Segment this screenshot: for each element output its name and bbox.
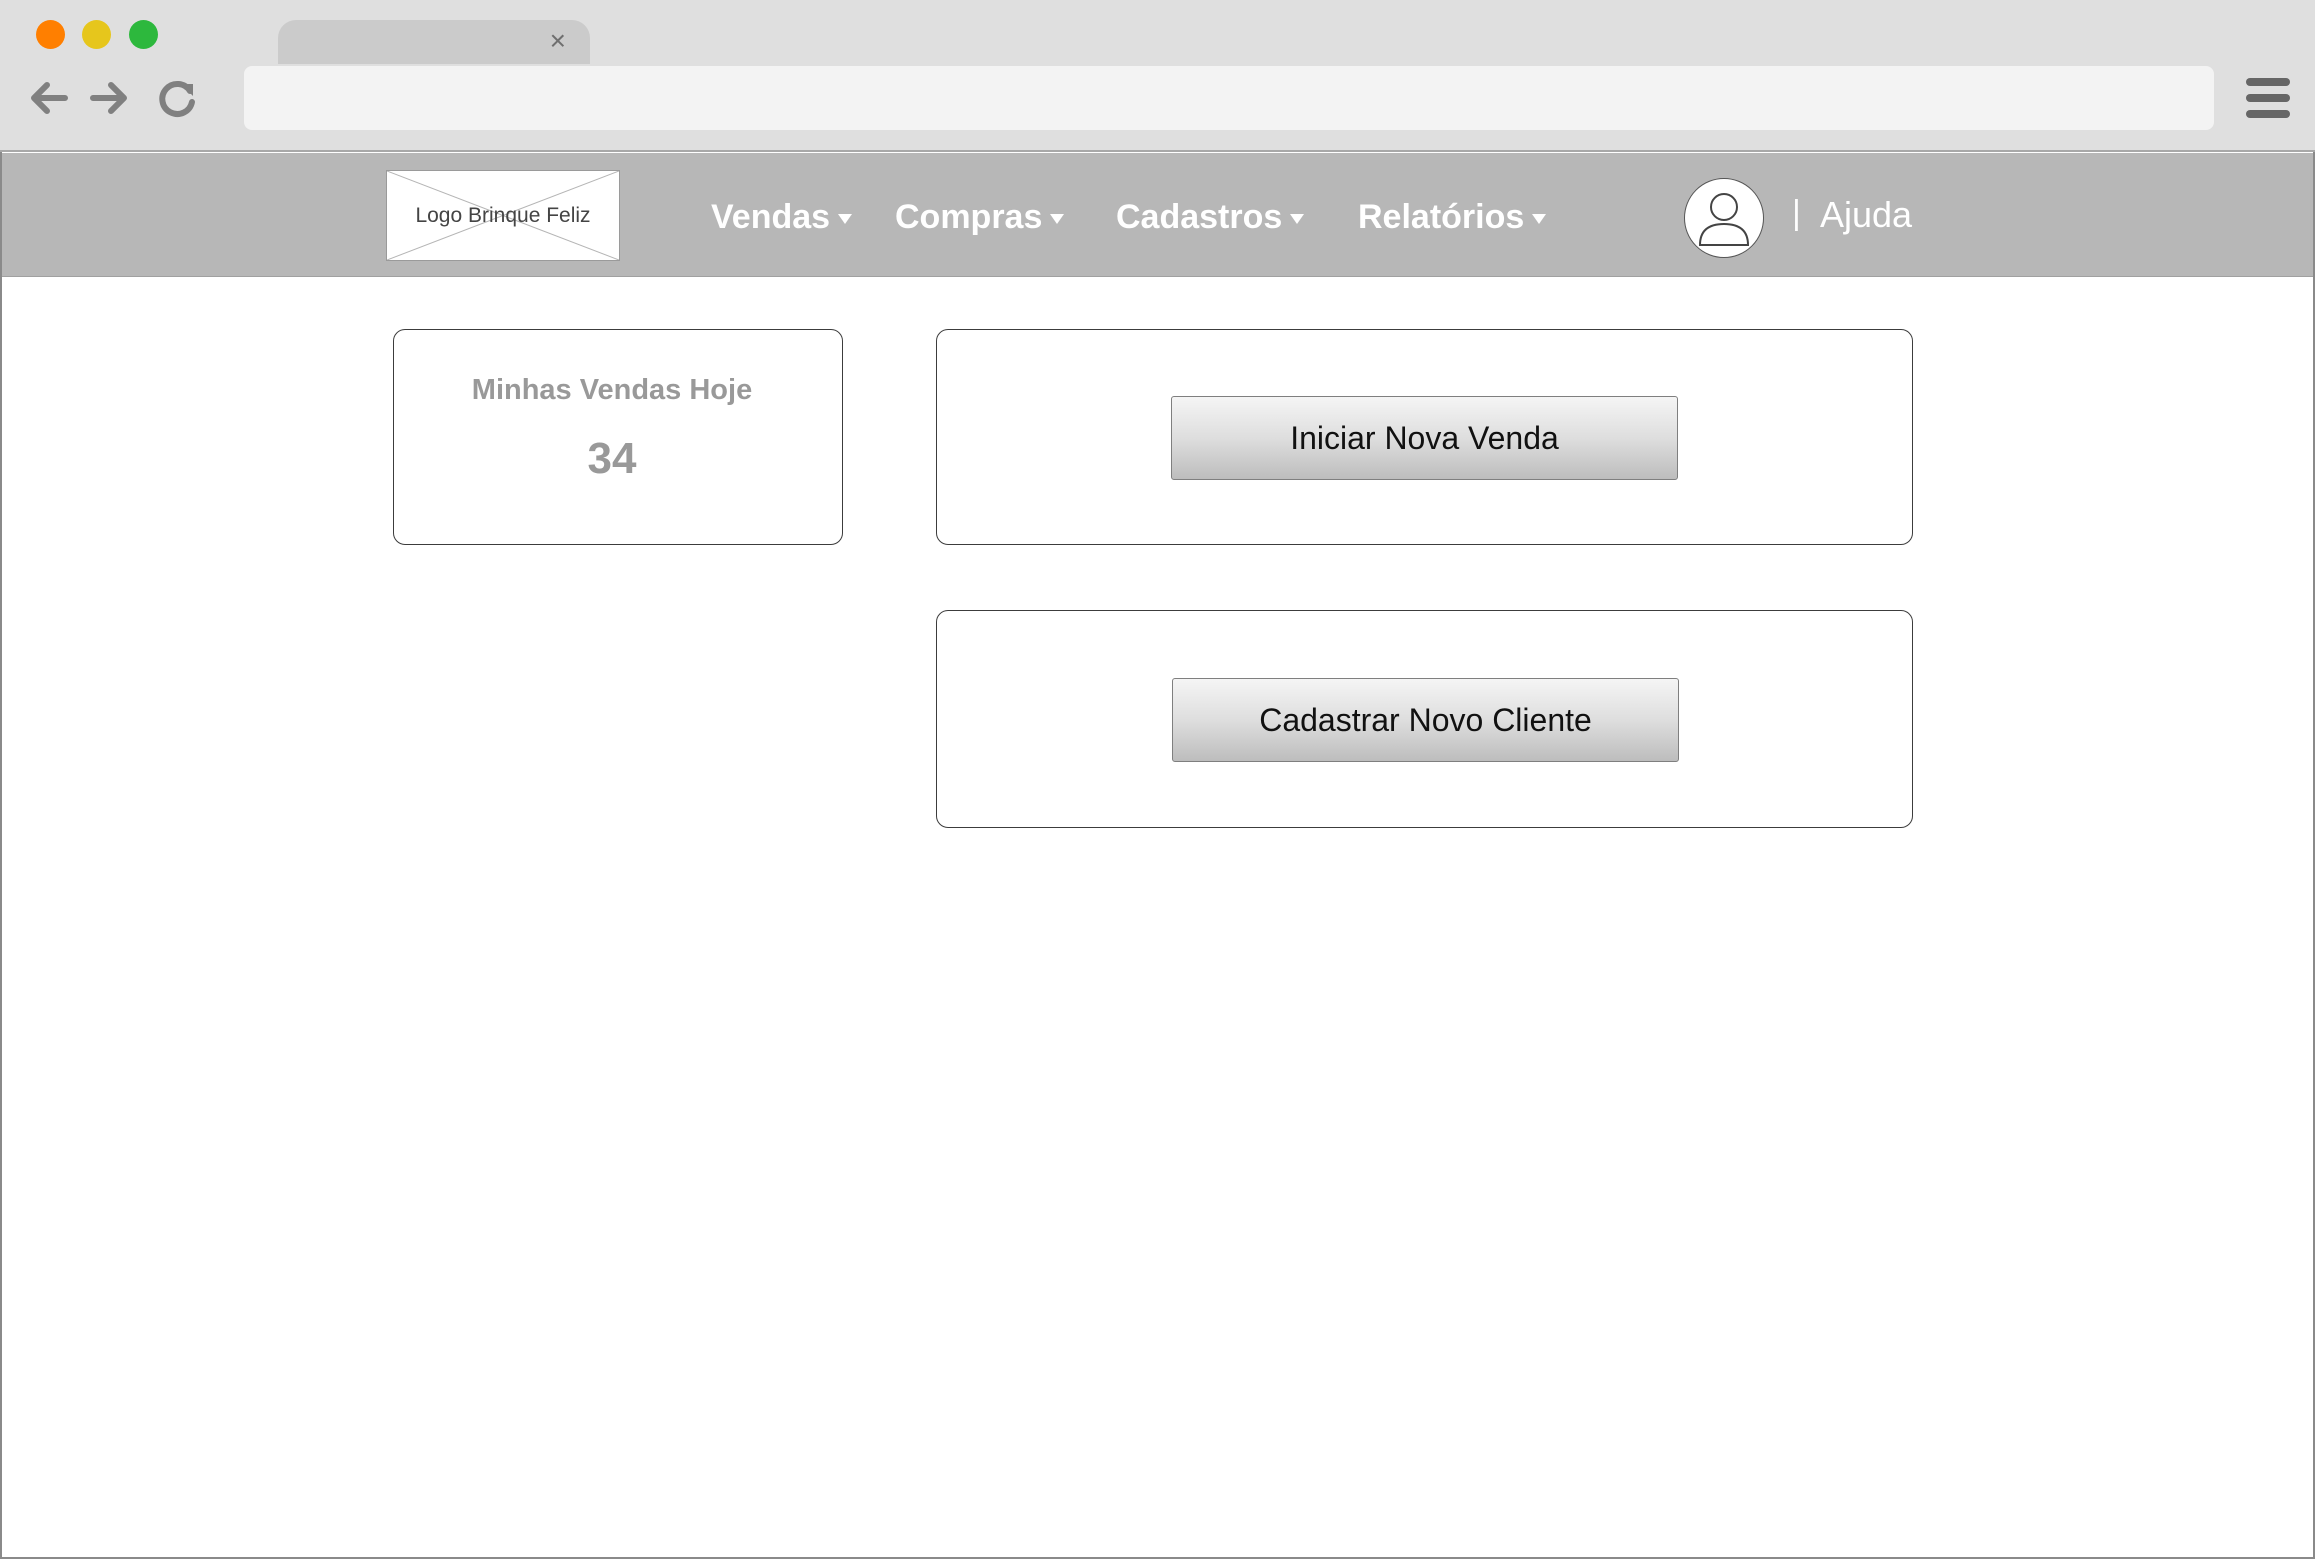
menu-vendas-label: Vendas [711, 197, 831, 236]
logo-text: Logo Brinque Feliz [415, 204, 591, 227]
back-arrow-icon[interactable] [27, 76, 71, 120]
menu-compras[interactable]: Compras [895, 192, 1065, 242]
reload-icon[interactable] [155, 76, 199, 120]
sales-today-card: Minhas Vendas Hoje 34 [393, 329, 843, 545]
caret-down-icon [1532, 214, 1547, 224]
user-icon [1698, 193, 1750, 246]
browser-chrome: × [0, 0, 2315, 152]
window-maximize-dot[interactable] [129, 20, 158, 49]
sales-today-label: Minhas Vendas Hoje [471, 374, 753, 406]
sales-today-value: 34 [587, 434, 637, 483]
tab-close-icon[interactable]: × [550, 26, 566, 56]
caret-down-icon [1050, 214, 1065, 224]
menu-relatorios-label: Relatórios [1358, 197, 1525, 236]
menu-relatorios[interactable]: Relatórios [1358, 192, 1547, 242]
new-client-button[interactable]: Cadastrar Novo Cliente [1172, 678, 1679, 762]
menu-cadastros-label: Cadastros [1116, 197, 1283, 236]
address-bar-input[interactable] [244, 66, 2214, 130]
header-separator: | [1792, 194, 1801, 232]
caret-down-icon [1290, 214, 1305, 224]
caret-down-icon [838, 214, 853, 224]
forward-arrow-icon[interactable] [87, 76, 131, 120]
hamburger-menu-icon[interactable] [2246, 78, 2290, 122]
menu-compras-label: Compras [895, 197, 1043, 236]
menu-cadastros[interactable]: Cadastros [1116, 192, 1305, 242]
browser-tab[interactable]: × [278, 20, 590, 64]
new-sale-button[interactable]: Iniciar Nova Venda [1171, 396, 1678, 480]
logo-placeholder[interactable]: Logo Brinque Feliz [386, 170, 620, 261]
help-link[interactable]: Ajuda [1820, 194, 1912, 236]
user-avatar[interactable] [1684, 178, 1764, 258]
menu-vendas[interactable]: Vendas [711, 192, 853, 242]
window-close-dot[interactable] [36, 20, 65, 49]
window-minimize-dot[interactable] [82, 20, 111, 49]
